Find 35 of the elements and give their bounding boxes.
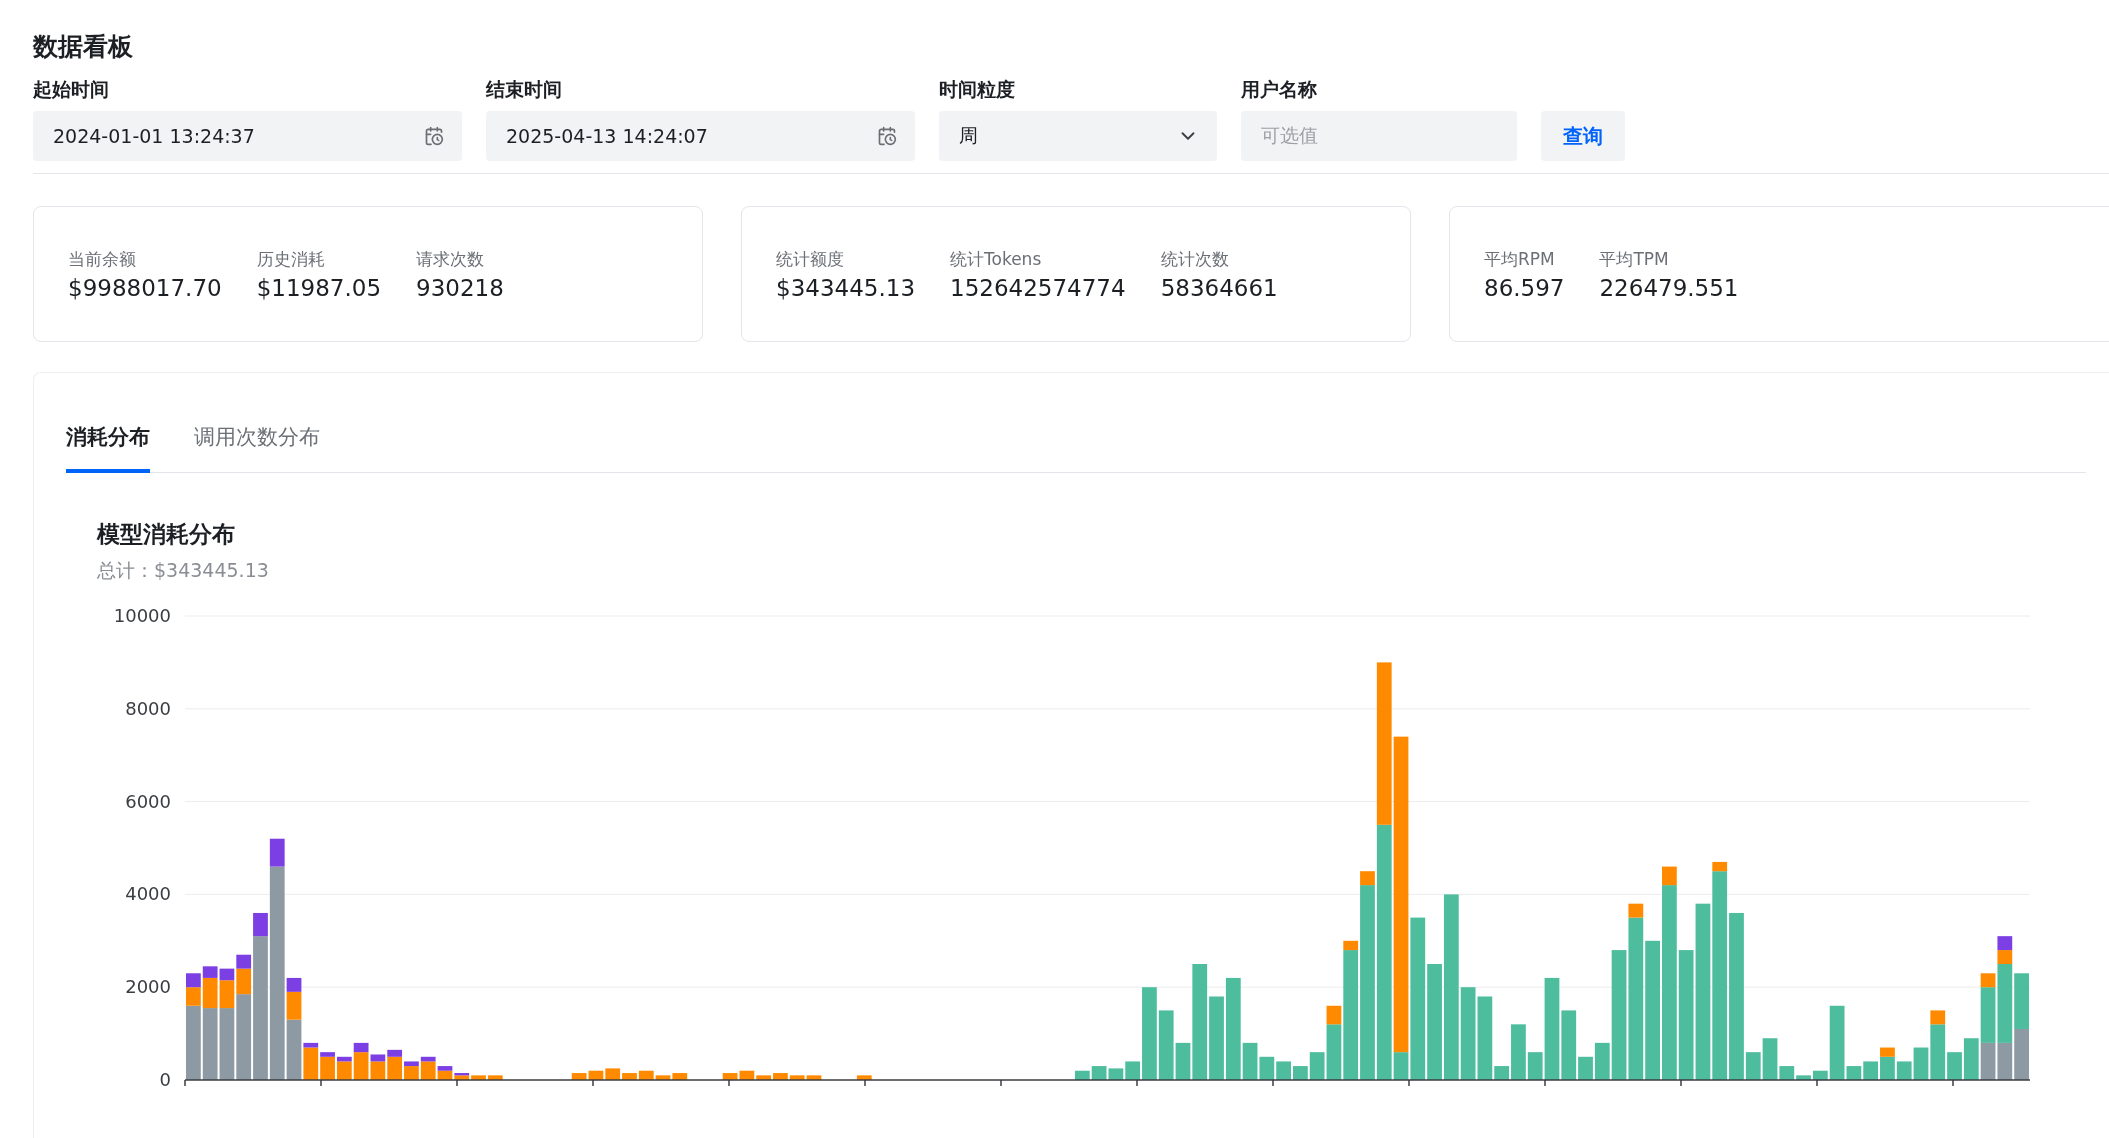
stat-value: $11987.05 — [256, 274, 382, 301]
select-field[interactable]: 周 — [939, 111, 1217, 161]
stat-label: 请求次数 — [416, 247, 486, 271]
chart-subtitle: 总计：$343445.13 — [97, 558, 270, 583]
stat-value: $9988017.70 — [68, 274, 222, 301]
date-time-field[interactable]: 2025-04-13 14:24:07 — [486, 111, 915, 161]
filter-label: 时间粒度 — [939, 77, 1016, 102]
stat-label: 平均RPM — [1484, 247, 1556, 271]
stat-value: 226479.551 — [1599, 274, 1739, 301]
filter-label: 起始时间 — [33, 77, 110, 102]
query-button[interactable]: 查询 — [1541, 111, 1625, 161]
y-axis-label: 6000 — [125, 790, 171, 812]
stat-label: 统计额度 — [776, 247, 845, 271]
stat-value: $343445.13 — [776, 274, 915, 301]
stat-label: 当前余额 — [68, 247, 137, 271]
y-axis-label: 8000 — [125, 697, 171, 719]
page-title: 数据看板 — [33, 31, 134, 63]
y-axis-label: 4000 — [125, 883, 171, 905]
stat-label: 历史消耗 — [256, 247, 326, 271]
y-axis-label: 10000 — [113, 605, 171, 626]
tab[interactable]: 调用次数分布 — [194, 423, 320, 473]
stat-label: 统计Tokens — [950, 247, 1043, 271]
stat-value: 930218 — [416, 274, 504, 301]
filter-label: 用户名称 — [1241, 77, 1318, 102]
tab[interactable]: 消耗分布 — [66, 423, 150, 473]
date-time-field[interactable]: 2024-01-01 13:24:37 — [33, 111, 462, 161]
chart-title: 模型消耗分布 — [97, 520, 236, 549]
stat-value: 152642574774 — [950, 274, 1126, 301]
stat-label: 平均TPM — [1599, 247, 1670, 271]
stat-value: 86.597 — [1484, 274, 1565, 301]
y-axis-label: 2000 — [125, 976, 171, 998]
stat-label: 统计次数 — [1160, 247, 1230, 271]
y-axis-label: 0 — [159, 1069, 171, 1090]
filter-label: 结束时间 — [486, 77, 563, 102]
stat-value: 58364661 — [1160, 274, 1278, 301]
